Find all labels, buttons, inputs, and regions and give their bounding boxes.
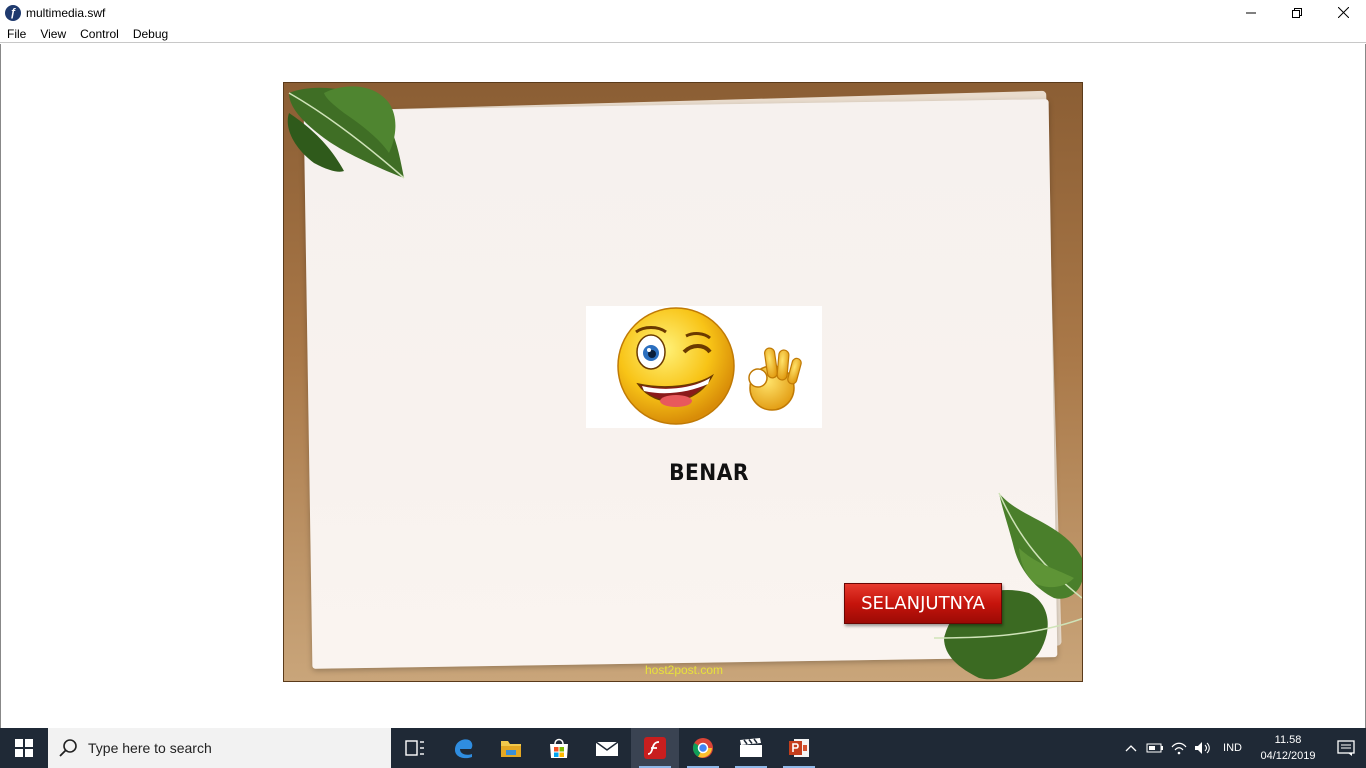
volume-icon[interactable] [1191, 741, 1215, 755]
taskbar-store[interactable] [535, 728, 583, 768]
flash-app-icon: ƒ [5, 4, 21, 21]
task-view-icon [405, 740, 424, 756]
wifi-icon[interactable] [1167, 741, 1191, 755]
battery-icon[interactable] [1143, 742, 1167, 754]
title-bar: ƒ multimedia.swf [0, 0, 1366, 25]
notification-icon [1337, 740, 1355, 756]
powerpoint-icon [789, 739, 809, 757]
close-icon [1337, 7, 1349, 18]
menu-bar: File View Control Debug [0, 25, 1366, 43]
system-tray: IND 11.58 04/12/2019 [1119, 728, 1366, 768]
window-controls [1228, 0, 1366, 25]
taskbar: Type here to search IND 11.58 04/12/2019 [0, 728, 1366, 768]
watermark-text: host2post.com [644, 663, 724, 677]
minimize-icon [1246, 12, 1256, 13]
leaf-top-left-icon [287, 86, 405, 179]
store-icon [550, 738, 568, 758]
windows-logo-icon [15, 739, 33, 757]
minimize-button[interactable] [1228, 0, 1274, 25]
chrome-icon [692, 738, 713, 758]
search-icon [48, 739, 88, 757]
restore-icon [1292, 7, 1302, 18]
language-indicator[interactable]: IND [1223, 742, 1242, 754]
clock-time: 11.58 [1274, 734, 1302, 746]
window-title: multimedia.swf [26, 5, 106, 20]
clapperboard-icon [740, 738, 762, 757]
clock[interactable]: 11.58 04/12/2019 [1250, 732, 1326, 764]
start-button[interactable] [0, 728, 48, 768]
action-center-button[interactable] [1326, 740, 1366, 756]
clock-date: 04/12/2019 [1260, 750, 1316, 762]
emoji-image [586, 306, 822, 428]
winking-smiley-icon [617, 307, 802, 425]
menu-control[interactable]: Control [73, 25, 126, 43]
taskbar-powerpoint[interactable] [775, 728, 823, 768]
result-text: BENAR [669, 461, 749, 486]
task-view-button[interactable] [391, 728, 439, 768]
taskbar-chrome[interactable] [679, 728, 727, 768]
edge-icon [455, 739, 473, 759]
chevron-up-icon[interactable] [1119, 744, 1143, 752]
taskbar-flash-player[interactable] [631, 728, 679, 768]
flash-stage: BENAR SELANJUTNYA host2post.com [283, 82, 1083, 682]
next-button[interactable]: SELANJUTNYA [844, 583, 1002, 624]
taskbar-movie-maker[interactable] [727, 728, 775, 768]
taskbar-edge[interactable] [439, 728, 487, 768]
taskbar-mail[interactable] [583, 728, 631, 768]
taskbar-search[interactable]: Type here to search [48, 728, 391, 768]
search-placeholder: Type here to search [88, 740, 212, 756]
flash-player-icon [644, 737, 666, 759]
close-button[interactable] [1320, 0, 1366, 25]
restore-button[interactable] [1274, 0, 1320, 25]
mail-icon [595, 741, 619, 756]
menu-file[interactable]: File [0, 25, 33, 43]
menu-debug[interactable]: Debug [126, 25, 175, 43]
folder-icon [501, 741, 521, 757]
menu-view[interactable]: View [33, 25, 73, 43]
taskbar-file-explorer[interactable] [487, 728, 535, 768]
